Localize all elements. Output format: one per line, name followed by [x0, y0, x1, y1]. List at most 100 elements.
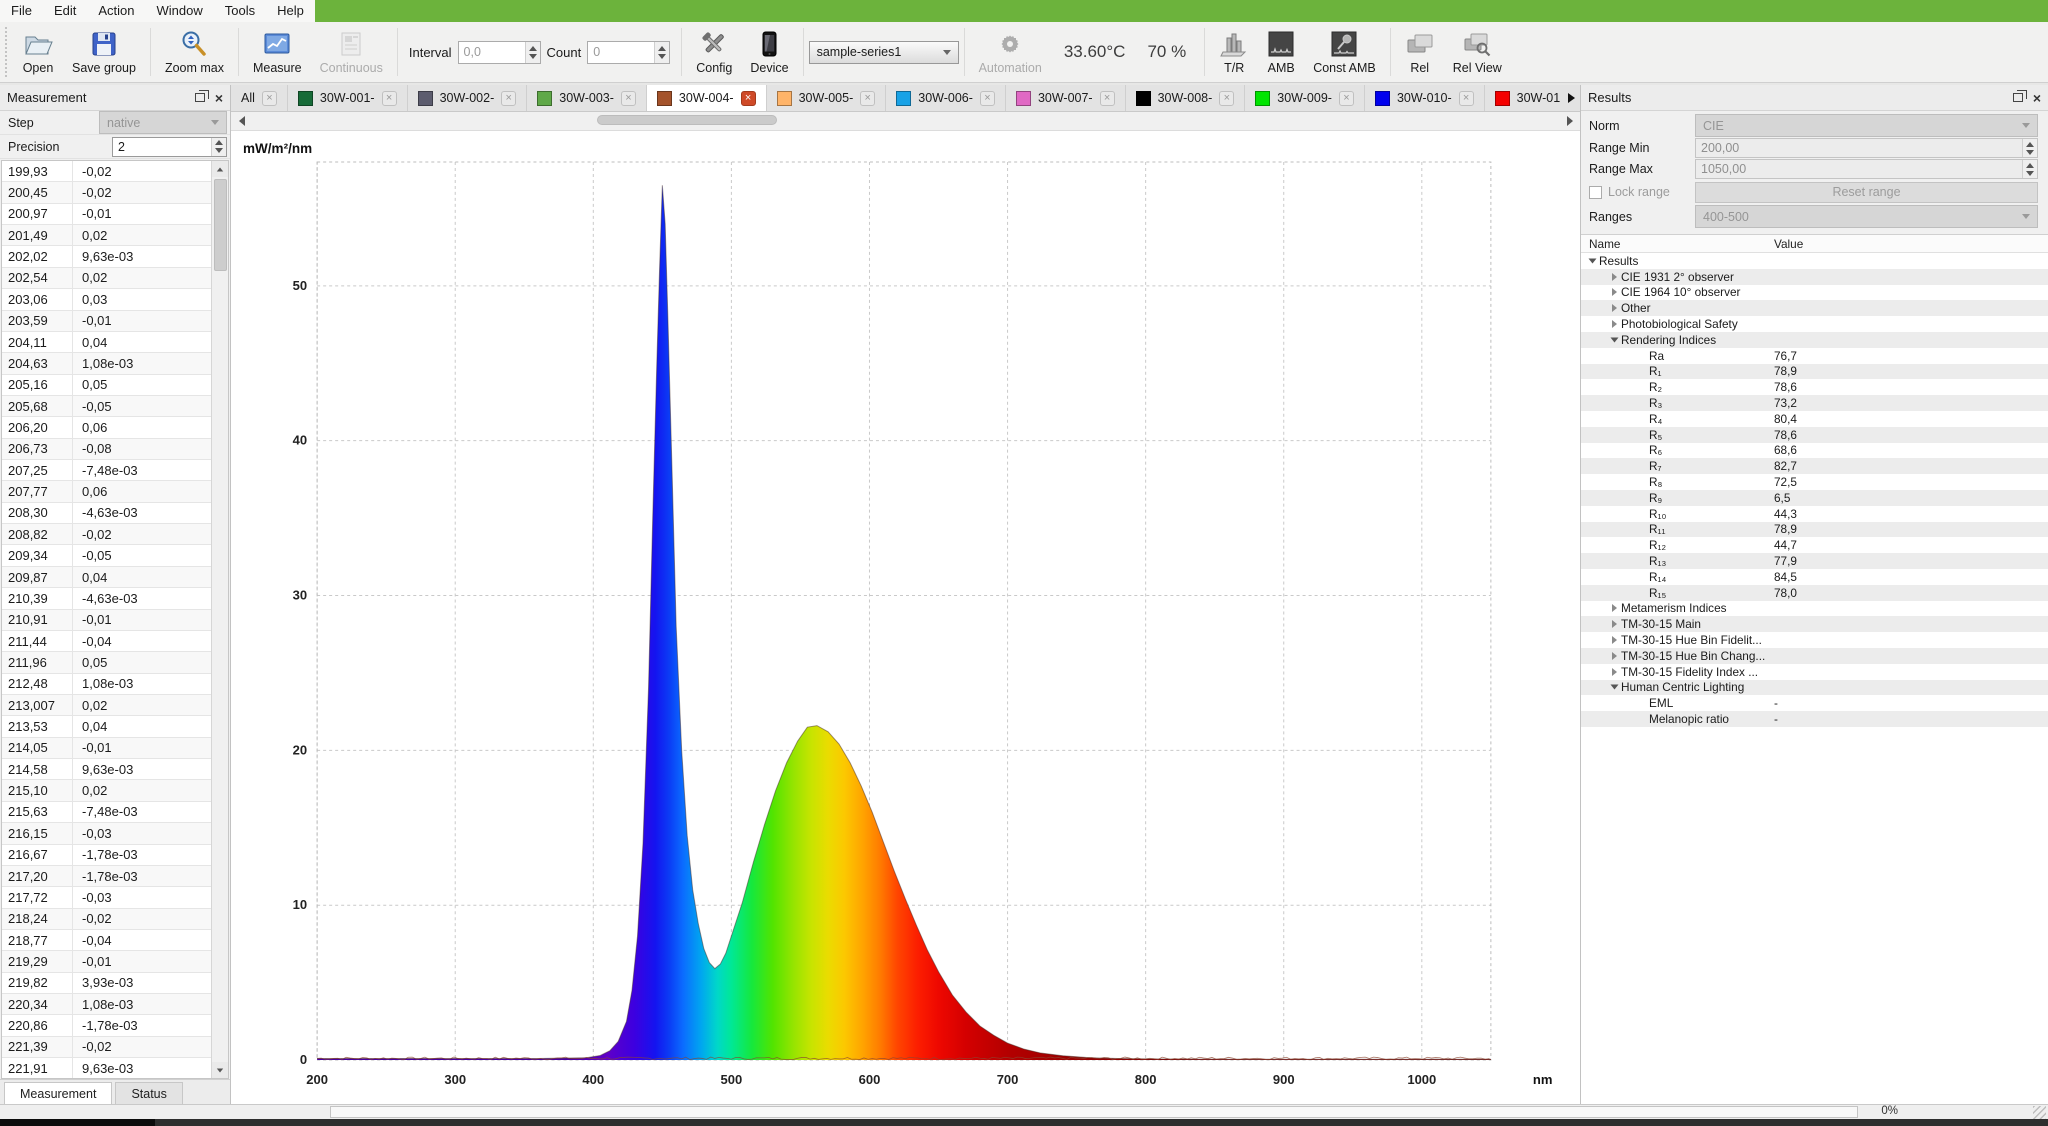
- toolbar-drag-handle[interactable]: [5, 27, 10, 77]
- table-row[interactable]: 203,060,03: [2, 289, 211, 310]
- tree-row-r[interactable]: R₃73,2: [1581, 395, 2048, 411]
- tree-row-cie-1964-10-observer[interactable]: CIE 1964 10° observer: [1581, 285, 2048, 301]
- table-row[interactable]: 217,72-0,03: [2, 887, 211, 908]
- table-row[interactable]: 214,05-0,01: [2, 738, 211, 759]
- precision-spin-arrows[interactable]: [211, 138, 226, 156]
- tab-scroll-track[interactable]: [249, 112, 1562, 130]
- tree-row-r[interactable]: R₁₄84,5: [1581, 569, 2048, 585]
- table-row[interactable]: 213,530,04: [2, 716, 211, 737]
- table-row[interactable]: 213,0070,02: [2, 695, 211, 716]
- close-tab-icon[interactable]: ×: [980, 91, 995, 106]
- series-tab-30w-009[interactable]: 30W-009-×: [1245, 85, 1365, 111]
- amb-button[interactable]: AMB: [1258, 27, 1304, 77]
- close-tab-icon[interactable]: ×: [501, 91, 516, 106]
- table-row[interactable]: 210,91-0,01: [2, 610, 211, 631]
- tree-expand-icon[interactable]: [1607, 288, 1621, 296]
- tr-button[interactable]: T/R: [1210, 27, 1258, 77]
- tree-row-r[interactable]: R₁78,9: [1581, 364, 2048, 380]
- scroll-right-icon[interactable]: [1562, 116, 1577, 126]
- scroll-down-icon[interactable]: [212, 1062, 228, 1078]
- series-tab-all[interactable]: All×: [231, 85, 288, 111]
- menu-item-help[interactable]: Help: [266, 0, 315, 22]
- series-tab-30w-003[interactable]: 30W-003-×: [527, 85, 647, 111]
- table-row[interactable]: 205,160,05: [2, 375, 211, 396]
- tree-row-r[interactable]: R₉6,5: [1581, 490, 2048, 506]
- table-row[interactable]: 218,24-0,02: [2, 909, 211, 930]
- tree-row-photobiological-safety[interactable]: Photobiological Safety: [1581, 316, 2048, 332]
- series-tab-30w-008[interactable]: 30W-008-×: [1126, 85, 1246, 111]
- tree-row-melanopic-ratio[interactable]: Melanopic ratio-: [1581, 711, 2048, 727]
- tree-expand-icon[interactable]: [1607, 336, 1621, 344]
- close-panel-icon[interactable]: ×: [215, 92, 223, 104]
- series-tab-30w-001[interactable]: 30W-001-×: [288, 85, 408, 111]
- table-row[interactable]: 215,100,02: [2, 780, 211, 801]
- measure-button[interactable]: Measure: [244, 27, 311, 77]
- tree-row-results[interactable]: Results: [1581, 253, 2048, 269]
- tree-expand-icon[interactable]: [1607, 320, 1621, 328]
- interval-input[interactable]: 0,0: [458, 41, 541, 64]
- close-panel-icon[interactable]: ×: [2033, 92, 2041, 104]
- series-select[interactable]: sample-series1: [809, 41, 959, 64]
- menu-item-action[interactable]: Action: [87, 0, 145, 22]
- open-button[interactable]: Open: [13, 27, 63, 77]
- tree-expand-icon[interactable]: [1585, 257, 1599, 265]
- tree-expand-icon[interactable]: [1607, 683, 1621, 691]
- menu-item-window[interactable]: Window: [146, 0, 214, 22]
- tree-row-r[interactable]: R₁₅78,0: [1581, 585, 2048, 601]
- series-tab-30w-004[interactable]: 30W-004-×: [647, 85, 767, 111]
- device-button[interactable]: Device: [741, 27, 797, 77]
- close-tab-icon[interactable]: ×: [1459, 91, 1474, 106]
- tree-row-tm-30-15-fidelity-index[interactable]: TM-30-15 Fidelity Index ...: [1581, 664, 2048, 680]
- tree-row-r[interactable]: R₁₂44,7: [1581, 537, 2048, 553]
- tree-expand-icon[interactable]: [1607, 668, 1621, 676]
- tree-row-other[interactable]: Other: [1581, 300, 2048, 316]
- menu-item-tools[interactable]: Tools: [214, 0, 266, 22]
- close-tab-icon[interactable]: ×: [382, 91, 397, 106]
- rel-view-button[interactable]: Rel View: [1444, 27, 1511, 77]
- table-row[interactable]: 209,34-0,05: [2, 545, 211, 566]
- table-row[interactable]: 217,20-1,78e-03: [2, 866, 211, 887]
- table-row[interactable]: 204,110,04: [2, 332, 211, 353]
- tab-status[interactable]: Status: [115, 1082, 182, 1104]
- float-panel-icon[interactable]: [2013, 93, 2023, 102]
- series-tab-30w-010[interactable]: 30W-010-×: [1365, 85, 1485, 111]
- scrollbar-thumb[interactable]: [214, 179, 227, 271]
- table-row[interactable]: 199,93-0,02: [2, 161, 211, 182]
- table-row[interactable]: 220,86-1,78e-03: [2, 1015, 211, 1036]
- close-tab-icon[interactable]: ×: [860, 91, 875, 106]
- series-tab-30w-005[interactable]: 30W-005-×: [767, 85, 887, 111]
- table-row[interactable]: 208,82-0,02: [2, 524, 211, 545]
- table-row[interactable]: 211,960,05: [2, 652, 211, 673]
- measurement-scrollbar[interactable]: [211, 161, 228, 1078]
- rel-button[interactable]: Rel: [1396, 27, 1444, 77]
- close-tab-icon[interactable]: ×: [621, 91, 636, 106]
- close-tab-icon[interactable]: ×: [741, 91, 756, 106]
- tree-row-eml[interactable]: EML-: [1581, 695, 2048, 711]
- tree-row-r[interactable]: R₁₃77,9: [1581, 553, 2048, 569]
- table-row[interactable]: 211,44-0,04: [2, 631, 211, 652]
- tree-expand-icon[interactable]: [1607, 652, 1621, 660]
- table-row[interactable]: 219,823,93e-03: [2, 973, 211, 994]
- tree-row-r[interactable]: R₈72,5: [1581, 474, 2048, 490]
- tree-row-tm-30-15-hue-bin-fidelit[interactable]: TM-30-15 Hue Bin Fidelit...: [1581, 632, 2048, 648]
- table-row[interactable]: 200,97-0,01: [2, 204, 211, 225]
- tree-row-r[interactable]: R₂78,6: [1581, 379, 2048, 395]
- tree-row-r[interactable]: R₁₀44,3: [1581, 506, 2048, 522]
- tree-row-human-centric-lighting[interactable]: Human Centric Lighting: [1581, 680, 2048, 696]
- close-tab-icon[interactable]: ×: [1219, 91, 1234, 106]
- table-row[interactable]: 218,77-0,04: [2, 930, 211, 951]
- menu-item-edit[interactable]: Edit: [43, 0, 87, 22]
- tree-row-tm-30-15-main[interactable]: TM-30-15 Main: [1581, 616, 2048, 632]
- table-row[interactable]: 210,39-4,63e-03: [2, 588, 211, 609]
- table-row[interactable]: 219,29-0,01: [2, 951, 211, 972]
- table-row[interactable]: 221,39-0,02: [2, 1037, 211, 1058]
- tree-expand-icon[interactable]: [1607, 636, 1621, 644]
- tree-row-metamerism-indices[interactable]: Metamerism Indices: [1581, 601, 2048, 617]
- tree-expand-icon[interactable]: [1607, 304, 1621, 312]
- tab-scroll-thumb[interactable]: [597, 115, 777, 125]
- table-row[interactable]: 208,30-4,63e-03: [2, 503, 211, 524]
- table-row[interactable]: 203,59-0,01: [2, 311, 211, 332]
- spectrum-chart[interactable]: 200300400500600700800900100001020304050m…: [231, 131, 1580, 1104]
- table-row[interactable]: 206,73-0,08: [2, 439, 211, 460]
- save-group-button[interactable]: Save group: [63, 27, 145, 77]
